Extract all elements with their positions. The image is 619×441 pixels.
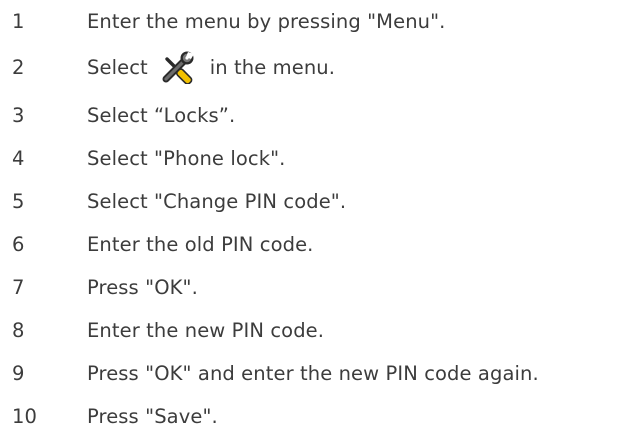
step-2: 2 Select in the menu. [0, 50, 619, 84]
step-1: 1 Enter the menu by pressing "Menu". [0, 6, 619, 36]
step-text-after: in the menu. [209, 55, 336, 79]
step-text-before: Select [87, 55, 148, 79]
step-number: 3 [12, 103, 25, 127]
step-text: Select "Phone lock". [87, 146, 286, 170]
step-4: 4 Select "Phone lock". [0, 143, 619, 173]
step-7: 7 Press "OK". [0, 272, 619, 302]
tools-icon [158, 50, 196, 84]
step-text: Select “Locks”. [87, 103, 236, 127]
step-3: 3 Select “Locks”. [0, 100, 619, 130]
step-number: 5 [12, 189, 25, 213]
step-number: 2 [12, 55, 25, 79]
step-text: Select in the menu. [87, 50, 335, 84]
step-number: 9 [12, 361, 25, 385]
step-text: Press "OK". [87, 275, 198, 299]
step-number: 10 [12, 404, 38, 428]
step-6: 6 Enter the old PIN code. [0, 229, 619, 259]
step-5: 5 Select "Change PIN code". [0, 186, 619, 216]
step-number: 6 [12, 232, 25, 256]
step-number: 8 [12, 318, 25, 342]
step-number: 7 [12, 275, 25, 299]
step-text: Select "Change PIN code". [87, 189, 347, 213]
instruction-steps: 1 Enter the menu by pressing "Menu". 2 S… [0, 0, 619, 441]
step-number: 1 [12, 9, 25, 33]
step-text: Press "Save". [87, 404, 218, 428]
step-8: 8 Enter the new PIN code. [0, 315, 619, 345]
step-text: Press "OK" and enter the new PIN code ag… [87, 361, 539, 385]
step-number: 4 [12, 146, 25, 170]
step-9: 9 Press "OK" and enter the new PIN code … [0, 358, 619, 388]
step-10: 10 Press "Save". [0, 401, 619, 431]
step-text: Enter the old PIN code. [87, 232, 314, 256]
step-text: Enter the new PIN code. [87, 318, 325, 342]
step-text: Enter the menu by pressing "Menu". [87, 9, 446, 33]
